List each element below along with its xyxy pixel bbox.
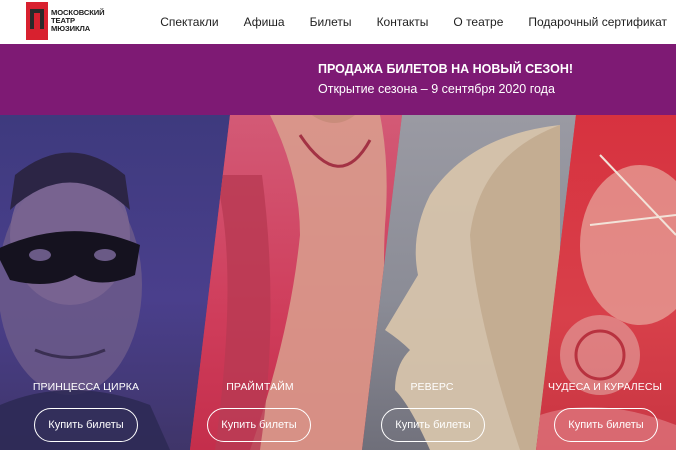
nav-item-playbill[interactable]: Афиша xyxy=(244,15,285,29)
buy-tickets-button-reverse[interactable]: Купить билеты xyxy=(381,408,485,442)
logo-mark-icon xyxy=(26,2,48,40)
nav-item-tickets[interactable]: Билеты xyxy=(310,15,352,29)
buy-tickets-button-wonders[interactable]: Купить билеты xyxy=(554,408,658,442)
show-title-reverse: РЕВЕРС xyxy=(410,381,454,393)
theatre-logo[interactable]: МОСКОВСКИЙ ТЕАТР МЮЗИКЛА xyxy=(26,2,116,42)
nav-item-contacts[interactable]: Контакты xyxy=(377,15,429,29)
logo-text: МОСКОВСКИЙ ТЕАТР МЮЗИКЛА xyxy=(51,8,121,34)
nav-item-performances[interactable]: Спектакли xyxy=(160,15,218,29)
buy-tickets-button-primetime[interactable]: Купить билеты xyxy=(207,408,311,442)
nav-item-gift-certificate[interactable]: Подарочный сертификат xyxy=(528,15,667,29)
buy-tickets-button-princess[interactable]: Купить билеты xyxy=(34,408,138,442)
show-title-primetime: ПРАЙМТАЙМ xyxy=(226,381,294,393)
show-title-wonders: ЧУДЕСА И КУРАЛЕСЫ xyxy=(548,381,662,393)
banner-subtitle: Открытие сезона – 9 сентября 2020 года xyxy=(318,82,555,96)
season-banner[interactable]: ПРОДАЖА БИЛЕТОВ НА НОВЫЙ СЕЗОН! Открытие… xyxy=(0,44,676,115)
logo-line-3: МЮЗИКЛА xyxy=(51,24,91,34)
main-nav: Спектакли Афиша Билеты Контакты О театре… xyxy=(160,0,667,44)
show-title-princess: ПРИНЦЕССА ЦИРКА xyxy=(32,381,140,393)
banner-title: ПРОДАЖА БИЛЕТОВ НА НОВЫЙ СЕЗОН! xyxy=(318,62,574,76)
shows-hero: ПРИНЦЕССА ЦИРКА Купить билеты ПРАЙМТАЙМ … xyxy=(0,115,676,450)
nav-item-about[interactable]: О театре xyxy=(453,15,503,29)
site-header: МОСКОВСКИЙ ТЕАТР МЮЗИКЛА Спектакли Афиша… xyxy=(0,0,676,44)
